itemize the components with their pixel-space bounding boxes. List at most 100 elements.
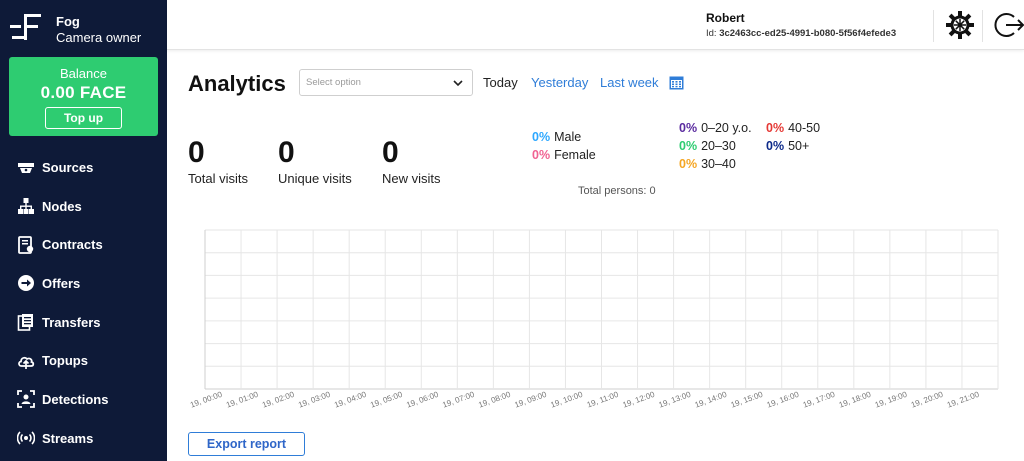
sidebar-item-label: Contracts xyxy=(42,237,103,253)
chart-x-tick-label: 19, 12:00 xyxy=(621,390,656,410)
age-group-label: 0–20 y.o. xyxy=(701,121,752,135)
gender-male: 0% Male xyxy=(532,130,581,144)
top-header: Robert Id: 3c2463cc-ed25-4991-b080-5f56f… xyxy=(167,0,1024,50)
chart-x-tick-label: 19, 11:00 xyxy=(586,390,620,410)
top-up-button[interactable]: Top up xyxy=(45,107,122,129)
sidebar-nav: Sources Nodes Contracts Offers Transfers xyxy=(0,148,167,458)
chart-x-tick-label: 19, 04:00 xyxy=(333,390,368,410)
gender-female: 0% Female xyxy=(532,148,596,162)
sidebar-item-sources[interactable]: Sources xyxy=(0,148,167,187)
header-divider xyxy=(982,10,983,42)
brand-name: Fog xyxy=(56,14,80,29)
gender-female-label: Female xyxy=(554,148,596,162)
age-group-30-40: 0% 30–40 xyxy=(679,157,736,171)
sidebar-item-label: Detections xyxy=(42,391,109,407)
router-icon xyxy=(17,158,35,176)
sidebar-item-detections[interactable]: Detections xyxy=(0,380,167,419)
age-group-label: 20–30 xyxy=(701,139,736,153)
chart-x-tick-label: 19, 02:00 xyxy=(261,390,296,410)
chart-x-tick-label: 19, 09:00 xyxy=(513,390,548,410)
age-group-pct: 0% xyxy=(766,121,785,135)
period-today[interactable]: Today xyxy=(483,75,518,90)
select-placeholder: Select option xyxy=(306,77,361,88)
age-group-label: 30–40 xyxy=(701,157,736,171)
export-report-button[interactable]: Export report xyxy=(188,432,305,456)
age-group-label: 50+ xyxy=(788,139,810,153)
hierarchy-icon xyxy=(17,197,35,215)
option-select[interactable]: Select option xyxy=(299,69,473,96)
chart-x-tick-label: 19, 16:00 xyxy=(766,390,801,410)
sidebar-item-offers[interactable]: Offers xyxy=(0,264,167,303)
chart-x-tick-label: 19, 01:00 xyxy=(225,390,260,410)
sidebar-item-contracts[interactable]: Contracts xyxy=(0,225,167,264)
user-id: Id: 3c2463cc-ed25-4991-b080-5f56f4efede3 xyxy=(706,28,896,39)
age-group-pct: 0% xyxy=(679,121,698,135)
sidebar-item-streams[interactable]: Streams xyxy=(0,419,167,458)
chevron-down-icon xyxy=(452,76,464,88)
user-id-value: 3c2463cc-ed25-4991-b080-5f56f4efede3 xyxy=(719,28,897,39)
chart-x-tick-label: 19, 14:00 xyxy=(694,390,729,410)
page-title: Analytics xyxy=(188,71,286,96)
new-visits-label: New visits xyxy=(382,171,441,186)
age-group-40-50: 0% 40-50 xyxy=(766,121,820,135)
calendar-icon[interactable] xyxy=(669,75,684,90)
chart-x-tick-label: 19, 03:00 xyxy=(297,390,332,410)
gender-female-pct: 0% xyxy=(532,148,551,162)
brand-role: Camera owner xyxy=(56,30,142,45)
age-group-20-30: 0% 20–30 xyxy=(679,139,736,153)
chart-x-tick-label: 19, 08:00 xyxy=(477,390,512,410)
sidebar-item-topups[interactable]: Topups xyxy=(0,341,167,380)
broadcast-icon xyxy=(17,429,35,447)
period-last-week[interactable]: Last week xyxy=(600,75,659,90)
balance-label: Balance xyxy=(60,66,107,81)
unique-visits-label: Unique visits xyxy=(278,171,352,186)
gender-male-label: Male xyxy=(554,130,582,144)
chart-x-tick-label: 19, 10:00 xyxy=(549,390,584,410)
total-persons: Total persons: 0 xyxy=(578,185,656,197)
chart-x-tick-label: 19, 20:00 xyxy=(910,390,945,410)
chart-x-tick-label: 19, 19:00 xyxy=(874,390,909,410)
sidebar-item-label: Sources xyxy=(42,159,94,175)
total-visits-value: 0 xyxy=(188,136,205,169)
age-group-pct: 0% xyxy=(679,139,698,153)
documents-icon xyxy=(17,313,35,331)
age-group-pct: 0% xyxy=(679,157,698,171)
age-group-pct: 0% xyxy=(766,139,785,153)
contract-icon xyxy=(17,235,35,254)
header-divider xyxy=(933,10,934,42)
chart-x-tick-label: 19, 21:00 xyxy=(946,390,981,410)
sidebar: Fog Camera owner Balance 0.00 FACE Top u… xyxy=(0,0,167,461)
new-visits-value: 0 xyxy=(382,136,399,169)
balance-card: Balance 0.00 FACE Top up xyxy=(9,57,158,136)
period-yesterday[interactable]: Yesterday xyxy=(531,75,588,90)
chart-x-tick-label: 19, 18:00 xyxy=(838,390,873,410)
sidebar-item-label: Nodes xyxy=(42,198,82,214)
gender-male-pct: 0% xyxy=(532,130,551,144)
visits-chart: 19, 00:00 19, 01:00 19, 02:00 19, 03:00 19, … xyxy=(189,229,999,410)
arrow-circle-icon xyxy=(17,274,35,292)
cloud-upload-icon xyxy=(17,352,35,370)
age-group-0-20: 0% 0–20 y.o. xyxy=(679,121,752,135)
total-visits-label: Total visits xyxy=(188,171,248,186)
chart-x-tick-label: 19, 13:00 xyxy=(658,390,693,410)
sidebar-item-label: Offers xyxy=(42,275,81,291)
chart-x-tick-label: 19, 15:00 xyxy=(730,390,765,410)
user-id-label: Id: xyxy=(706,28,717,39)
chart-x-tick-label: 19, 17:00 xyxy=(802,390,837,410)
face-scan-icon xyxy=(17,390,35,409)
balance-value: 0.00 FACE xyxy=(40,83,127,102)
chart-x-tick-label: 19, 06:00 xyxy=(405,390,440,410)
age-group-50-plus: 0% 50+ xyxy=(766,139,809,153)
chart-x-tick-label: 19, 07:00 xyxy=(441,390,476,410)
sidebar-item-nodes[interactable]: Nodes xyxy=(0,187,167,226)
unique-visits-value: 0 xyxy=(278,136,295,169)
chart-x-tick-label: 19, 05:00 xyxy=(369,390,404,410)
sidebar-item-label: Transfers xyxy=(42,314,101,330)
sidebar-item-transfers[interactable]: Transfers xyxy=(0,303,167,342)
sidebar-item-label: Streams xyxy=(42,430,94,446)
brand[interactable]: Fog Camera owner xyxy=(8,10,163,46)
logout-icon[interactable] xyxy=(994,10,1024,40)
sidebar-item-label: Topups xyxy=(42,353,88,369)
chart-x-tick-label: 19, 00:00 xyxy=(189,390,224,410)
gear-icon[interactable] xyxy=(945,10,975,40)
